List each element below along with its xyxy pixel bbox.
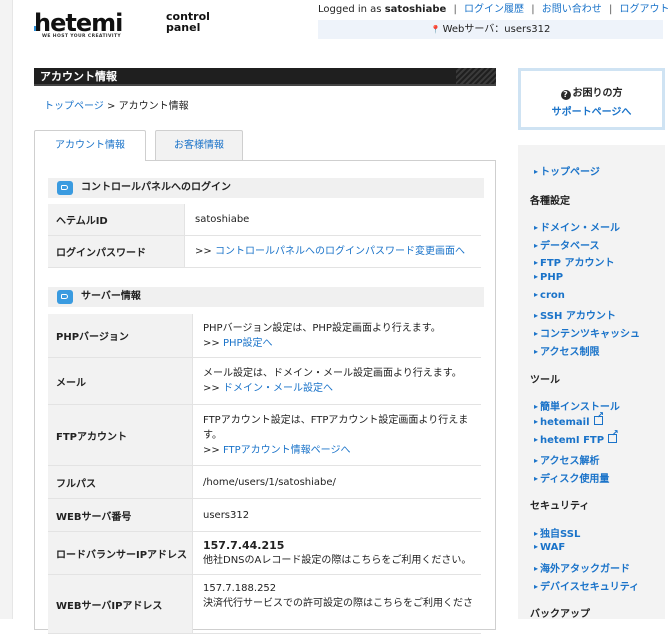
sidebar-group-settings: 各種設定: [530, 196, 570, 207]
row-key: ヘテムルID: [48, 204, 185, 236]
sidebar-item-ssh-account[interactable]: SSH アカウント: [534, 307, 616, 322]
sidebar-item-waf[interactable]: WAF: [534, 542, 565, 553]
sidebar-item-ssl[interactable]: 独自SSL: [534, 525, 580, 540]
sidebar-item-hetemi-ftp[interactable]: hetemI FTP: [534, 429, 619, 446]
sidebar-item-domain-mail[interactable]: ドメイン・メール: [534, 219, 620, 234]
sidebar-item-cron[interactable]: cron: [534, 290, 565, 301]
sidebar-item-content-cache[interactable]: コンテンツキャッシュ: [534, 325, 640, 340]
hetemi-id-value: satoshiabe: [185, 204, 481, 236]
help-box: ? お困りの方 サポートページへ: [518, 68, 665, 130]
section-login-header: コントロールパネルへのログイン: [48, 178, 484, 198]
php-settings-link[interactable]: PHP設定へ: [223, 338, 273, 349]
lb-ip-value: 157.7.44.215: [203, 539, 285, 552]
table-row: ロードバランサーIPアドレス 157.7.44.215 他社DNSのAレコード設…: [48, 532, 481, 575]
tab-account-info[interactable]: アカウント情報: [34, 130, 146, 161]
left-edge-strip: [0, 0, 13, 619]
table-row: メール メール設定は、ドメイン・メール設定画面より行えます。 >> ドメイン・メ…: [48, 358, 481, 405]
question-icon: ?: [560, 90, 571, 100]
logged-in-prefix: Logged in as: [318, 4, 382, 15]
external-link-icon: [593, 411, 604, 425]
sidebar-item-overseas-attack-guard[interactable]: 海外アタックガード: [534, 560, 630, 575]
chat-bubble-icon: [57, 181, 73, 195]
page-title: アカウント情報: [34, 68, 496, 86]
table-row: WEBサーバ番号 users312: [48, 499, 481, 532]
logged-in-user: satoshiabe: [384, 4, 447, 15]
table-row: ログインパスワード >> コントロールパネルへのログインパスワード変更画面へ: [48, 236, 481, 268]
table-row: フルパス /home/users/1/satoshiabe/: [48, 466, 481, 499]
table-row: WEBサーバIPアドレス 157.7.188.252 決済代行サービスでの許可設…: [48, 575, 481, 634]
external-link-icon: [608, 429, 619, 443]
section-server-header: サーバー情報: [48, 287, 484, 307]
sidebar-item-hetemail[interactable]: hetemail: [534, 411, 604, 428]
password-change-link[interactable]: コントロールパネルへのログインパスワード変更画面へ: [215, 246, 465, 257]
hetemi-logo[interactable]: hetemi control panel WE HOST YOUR CREATI…: [34, 10, 229, 40]
logo-subtitle: control panel: [166, 10, 210, 34]
sidebar-group-security: セキュリティ: [530, 501, 590, 512]
logout-link[interactable]: ログアウト: [620, 4, 670, 15]
logo-tagline: WE HOST YOUR CREATIVITY: [42, 34, 122, 39]
pin-icon: 📍: [430, 25, 441, 34]
account-links: Logged in as satoshiabe | ログイン履歴 | お問い合わ…: [318, 4, 670, 15]
sidebar-item-top[interactable]: トップページ: [534, 163, 600, 178]
sidebar-item-device-security[interactable]: デバイスセキュリティ: [534, 578, 639, 593]
table-row: FTPアカウント FTPアカウント設定は、FTPアカウント設定画面より行えま す…: [48, 405, 481, 466]
sidebar-item-database[interactable]: データベース: [534, 237, 600, 252]
contact-link[interactable]: お問い合わせ: [542, 4, 602, 15]
chat-bubble-icon: [57, 290, 73, 304]
support-page-link[interactable]: サポートページへ: [521, 103, 662, 118]
logo-word: hetemi: [34, 9, 123, 37]
sidebar-item-php[interactable]: PHP: [534, 272, 563, 283]
sidebar-group-tools: ツール: [530, 375, 560, 386]
table-row: PHPバージョン PHPバージョン設定は、PHP設定画面より行えます。 >> P…: [48, 314, 481, 358]
breadcrumb-top-link[interactable]: トップページ: [44, 101, 104, 112]
sidebar-group-backup: バックアップ: [530, 609, 590, 620]
login-info-table: ヘテムルID satoshiabe ログインパスワード >> コントロールパネル…: [48, 204, 481, 268]
breadcrumb-current: アカウント情報: [118, 101, 189, 112]
row-key: ログインパスワード: [48, 236, 185, 268]
sidebar-item-disk-usage[interactable]: ディスク使用量: [534, 470, 609, 485]
sidebar-item-access-restriction[interactable]: アクセス制限: [534, 343, 600, 358]
web-server-number-value: users312: [193, 499, 481, 532]
sidebar-item-ftp-account[interactable]: FTP アカウント: [534, 254, 614, 269]
login-history-link[interactable]: ログイン履歴: [464, 4, 524, 15]
sidebar-nav: トップページ 各種設定 ドメイン・メール データベース FTP アカウント PH…: [518, 145, 665, 620]
web-server-bar: 📍 Webサーバ：users312: [318, 20, 663, 39]
web-server-label: Webサーバ：users312: [442, 24, 551, 35]
breadcrumb: トップページ > アカウント情報: [44, 101, 189, 112]
web-ip-value: 157.7.188.252: [203, 583, 277, 594]
tab-customer-info[interactable]: お客様情報: [155, 130, 243, 160]
sidebar-item-easy-install[interactable]: 簡単インストール: [534, 398, 620, 413]
full-path-value: /home/users/1/satoshiabe/: [193, 466, 481, 499]
domain-mail-settings-link[interactable]: ドメイン・メール設定へ: [223, 383, 333, 394]
table-row: ヘテムルID satoshiabe: [48, 204, 481, 236]
ftp-account-link[interactable]: FTPアカウント情報ページへ: [223, 445, 351, 456]
server-info-table: PHPバージョン PHPバージョン設定は、PHP設定画面より行えます。 >> P…: [48, 314, 481, 634]
sidebar-item-access-analysis[interactable]: アクセス解析: [534, 452, 600, 467]
